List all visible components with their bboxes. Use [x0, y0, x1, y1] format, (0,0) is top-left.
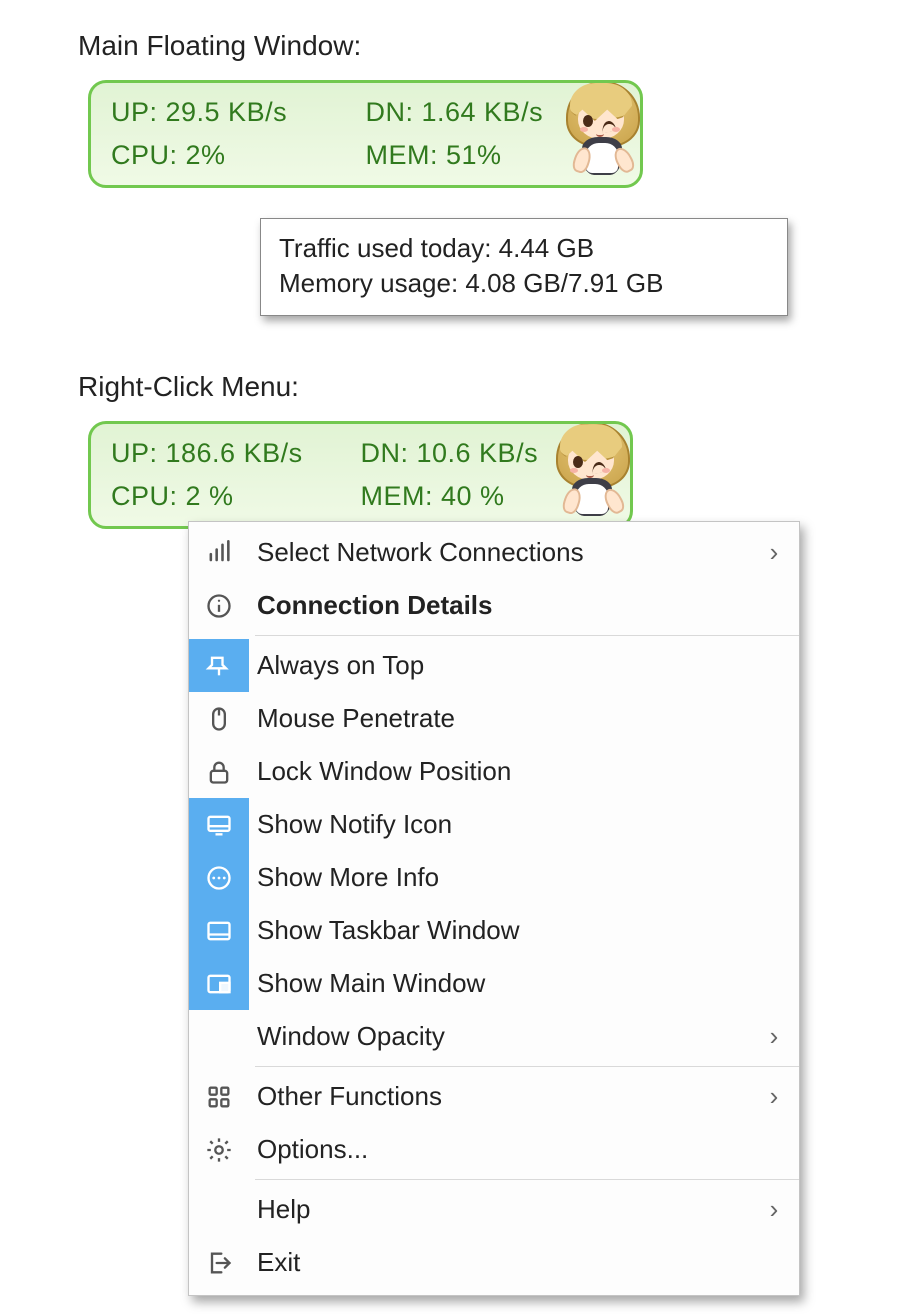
- exit-icon: [189, 1236, 249, 1289]
- menu-label: Window Opacity: [249, 1021, 749, 1052]
- submenu-arrow-icon: ›: [749, 537, 799, 568]
- menu-label: Select Network Connections: [249, 537, 749, 568]
- mouse-icon: [189, 692, 249, 745]
- more-circle-icon: [189, 851, 249, 904]
- tooltip-memory: Memory usage: 4.08 GB/7.91 GB: [279, 266, 769, 301]
- blank-icon: [189, 1183, 249, 1236]
- menu-separator: [255, 1066, 799, 1067]
- menu-always-on-top[interactable]: Always on Top: [189, 639, 799, 692]
- floating-widget[interactable]: UP: 29.5 KB/s DN: 1.64 KB/s CPU: 2% MEM:…: [88, 80, 643, 188]
- cpu-usage: CPU: 2 %: [111, 481, 361, 512]
- menu-select-network-connections[interactable]: Select Network Connections ›: [189, 526, 799, 579]
- info-circle-icon: [189, 579, 249, 632]
- pin-icon: [189, 639, 249, 692]
- stats-tooltip: Traffic used today: 4.44 GB Memory usage…: [260, 218, 788, 316]
- grid-icon: [189, 1070, 249, 1123]
- download-speed: DN: 1.64 KB/s: [366, 97, 621, 128]
- menu-label: Show Taskbar Window: [249, 915, 799, 946]
- menu-label: Show Notify Icon: [249, 809, 799, 840]
- gear-icon: [189, 1123, 249, 1176]
- signal-bars-icon: [189, 526, 249, 579]
- menu-label: Show Main Window: [249, 968, 799, 999]
- memory-usage: MEM: 40 %: [361, 481, 611, 512]
- section-title-main-floating: Main Floating Window:: [78, 30, 912, 62]
- menu-mouse-penetrate[interactable]: Mouse Penetrate: [189, 692, 799, 745]
- menu-connection-details[interactable]: Connection Details: [189, 579, 799, 632]
- floating-widget-2[interactable]: UP: 186.6 KB/s DN: 10.6 KB/s CPU: 2 % ME…: [88, 421, 633, 529]
- menu-options[interactable]: Options...: [189, 1123, 799, 1176]
- menu-other-functions[interactable]: Other Functions ›: [189, 1070, 799, 1123]
- menu-label: Exit: [249, 1247, 799, 1278]
- upload-speed: UP: 29.5 KB/s: [111, 97, 366, 128]
- menu-label: Options...: [249, 1134, 799, 1165]
- submenu-arrow-icon: ›: [749, 1081, 799, 1112]
- cpu-usage: CPU: 2%: [111, 140, 366, 171]
- menu-label: Connection Details: [249, 590, 799, 621]
- menu-label: Show More Info: [249, 862, 799, 893]
- menu-exit[interactable]: Exit: [189, 1236, 799, 1289]
- context-menu: Select Network Connections › Connection …: [188, 521, 800, 1296]
- submenu-arrow-icon: ›: [749, 1021, 799, 1052]
- menu-label: Always on Top: [249, 650, 799, 681]
- upload-speed: UP: 186.6 KB/s: [111, 438, 361, 469]
- menu-label: Mouse Penetrate: [249, 703, 799, 734]
- menu-window-opacity[interactable]: Window Opacity ›: [189, 1010, 799, 1063]
- menu-label: Other Functions: [249, 1081, 749, 1112]
- menu-show-notify-icon[interactable]: Show Notify Icon: [189, 798, 799, 851]
- menu-label: Lock Window Position: [249, 756, 799, 787]
- menu-show-main-window[interactable]: Show Main Window: [189, 957, 799, 1010]
- tooltip-traffic: Traffic used today: 4.44 GB: [279, 231, 769, 266]
- menu-show-more-info[interactable]: Show More Info: [189, 851, 799, 904]
- taskbar-icon: [189, 904, 249, 957]
- memory-usage: MEM: 51%: [366, 140, 621, 171]
- lock-icon: [189, 745, 249, 798]
- tray-icon: [189, 798, 249, 851]
- download-speed: DN: 10.6 KB/s: [361, 438, 611, 469]
- blank-icon: [189, 1010, 249, 1063]
- menu-help[interactable]: Help ›: [189, 1183, 799, 1236]
- submenu-arrow-icon: ›: [749, 1194, 799, 1225]
- window-icon: [189, 957, 249, 1010]
- menu-lock-window-position[interactable]: Lock Window Position: [189, 745, 799, 798]
- menu-show-taskbar-window[interactable]: Show Taskbar Window: [189, 904, 799, 957]
- menu-separator: [255, 635, 799, 636]
- menu-separator: [255, 1179, 799, 1180]
- menu-label: Help: [249, 1194, 749, 1225]
- section-title-right-click: Right-Click Menu:: [78, 371, 912, 403]
